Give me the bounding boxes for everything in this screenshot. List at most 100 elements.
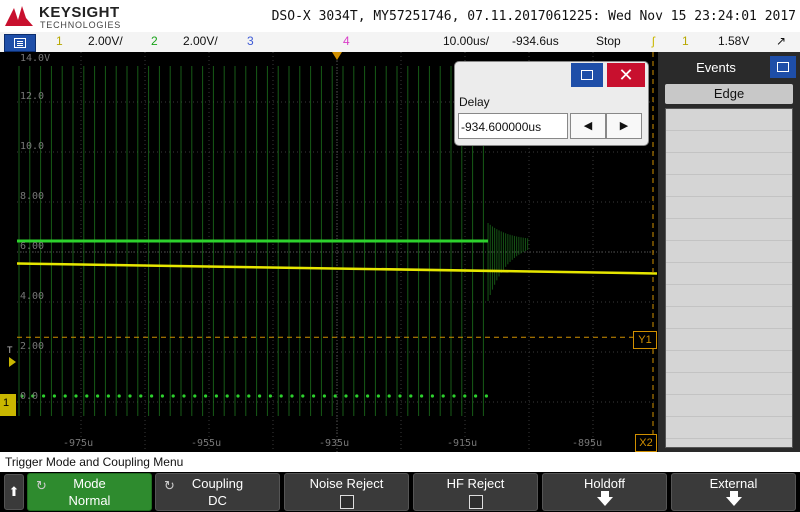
list-item[interactable] [666, 417, 792, 439]
sidebar-menu-button[interactable] [770, 56, 796, 78]
list-item[interactable] [666, 175, 792, 197]
ch2-low-dot [193, 394, 197, 398]
external-label: External [709, 476, 758, 491]
hf-reject-checkbox[interactable] [468, 495, 483, 509]
y-axis-label: 12.0 [20, 91, 45, 102]
y-axis-label: 4.00 [20, 291, 45, 302]
ch1-ground-marker[interactable]: 1 [0, 394, 16, 416]
logo-wave-icon [5, 6, 33, 26]
coupling-softkey[interactable]: ↻ Coupling DC [155, 473, 280, 511]
coupling-value: DC [208, 493, 227, 508]
ch2-low-dot [106, 394, 110, 398]
trigger-level-arrow-icon[interactable] [9, 357, 16, 367]
menu-icon [581, 70, 593, 80]
delay-input[interactable]: -934.600000us [458, 113, 568, 139]
back-button[interactable]: ⬆ [4, 474, 24, 510]
instrument-id-line: DSO-X 3034T, MY57251746, 07.11.201706122… [271, 9, 796, 24]
ch4-number[interactable]: 4 [343, 34, 350, 48]
trigger-level[interactable]: 1.58V [718, 34, 749, 48]
coupling-label: Coupling [191, 476, 244, 491]
hf-reject-softkey[interactable]: HF Reject [413, 473, 538, 511]
noise-reject-softkey[interactable]: Noise Reject [284, 473, 409, 511]
list-item[interactable] [666, 351, 792, 373]
ch2-low-dot [366, 394, 370, 398]
delay-label: Delay [459, 95, 490, 109]
trigger-position-icon[interactable] [332, 52, 342, 62]
channel-marker-strip [0, 52, 17, 452]
ch2-low-dot [290, 394, 294, 398]
y-axis-label: 8.00 [20, 191, 45, 202]
y-axis-label: 0.0 [20, 391, 39, 402]
trigger-source[interactable]: 1 [682, 34, 689, 48]
mode-value: Normal [68, 493, 111, 508]
list-item[interactable] [666, 285, 792, 307]
list-item[interactable] [666, 241, 792, 263]
list-item[interactable] [666, 307, 792, 329]
trigger-level-label: T [7, 345, 13, 355]
events-list[interactable] [665, 108, 793, 461]
ch2-low-dot [398, 394, 402, 398]
external-softkey[interactable]: External [671, 473, 796, 511]
list-item[interactable] [666, 263, 792, 285]
ch2-number[interactable]: 2 [151, 34, 158, 48]
ch3-number[interactable]: 3 [247, 34, 254, 48]
timebase-scale[interactable]: 10.00us/ [443, 34, 489, 48]
list-item[interactable] [666, 197, 792, 219]
ch1-ground-label: 1 [3, 397, 10, 409]
ch2-low-dot [225, 394, 229, 398]
list-item[interactable] [666, 219, 792, 241]
y-axis-label: 10.0 [20, 141, 45, 152]
ch2-low-dot [214, 394, 218, 398]
list-item[interactable] [666, 109, 792, 131]
ch1-number[interactable]: 1 [56, 34, 63, 48]
ch2-low-dot [312, 394, 316, 398]
ch2-low-dot [247, 394, 251, 398]
list-item[interactable] [666, 131, 792, 153]
ch2-low-dot [150, 394, 154, 398]
ch2-low-dot [204, 394, 208, 398]
horizontal-delay[interactable]: -934.6us [512, 34, 559, 48]
delay-dialog: ✕ Delay -934.600000us ◀ ▶ [454, 61, 649, 146]
mode-softkey[interactable]: ↻ Mode Normal [27, 473, 152, 511]
trigger-slope-icon: ↗ [776, 34, 787, 48]
sidebar-title: Events [696, 60, 736, 75]
menu-icon [777, 62, 789, 72]
delay-increment-button[interactable]: ▶ [606, 113, 642, 139]
holdoff-softkey[interactable]: Holdoff [542, 473, 667, 511]
ch2-scale[interactable]: 2.00V/ [183, 34, 218, 48]
y-axis-label: 2.00 [20, 341, 45, 352]
cursor-x2-tag[interactable]: X2 [635, 434, 657, 452]
ch2-low-dot [128, 394, 132, 398]
ch2-low-dot [74, 394, 78, 398]
list-item[interactable] [666, 395, 792, 417]
y-axis-label: 14.0V [20, 53, 51, 64]
ch1-scale[interactable]: 2.00V/ [88, 34, 123, 48]
list-item[interactable] [666, 153, 792, 175]
ch2-low-dot [441, 394, 445, 398]
delay-decrement-button[interactable]: ◀ [570, 113, 606, 139]
noise-reject-checkbox[interactable] [339, 495, 354, 509]
list-item[interactable] [666, 373, 792, 395]
ch2-low-dot [85, 394, 89, 398]
list-item[interactable] [666, 329, 792, 351]
dialog-close-button[interactable]: ✕ [607, 63, 645, 87]
x-axis-label: -935u [319, 438, 350, 449]
holdoff-label: Holdoff [584, 476, 625, 491]
cursor-y1-tag[interactable]: Y1 [633, 331, 657, 349]
ch2-low-dot [333, 394, 337, 398]
keysight-logo: KEYSIGHT TECHNOLOGIES [4, 3, 124, 30]
ch2-low-dot [344, 394, 348, 398]
ch2-low-dot [236, 394, 240, 398]
y-axis-label: 6.00 [20, 241, 45, 252]
events-type-button[interactable]: Edge [665, 84, 793, 104]
run-state[interactable]: Stop [596, 34, 621, 48]
main-menu-button[interactable] [4, 34, 36, 52]
ch2-low-dot [420, 394, 424, 398]
ch2-low-dot [301, 394, 305, 398]
ch2-low-dot [463, 394, 467, 398]
softkey-menu-title: Trigger Mode and Coupling Menu [0, 452, 800, 472]
x-axis-label: -915u [447, 438, 478, 449]
dialog-menu-button[interactable] [571, 63, 603, 87]
ch2-low-dot [42, 394, 46, 398]
ch2-low-dot [387, 394, 391, 398]
